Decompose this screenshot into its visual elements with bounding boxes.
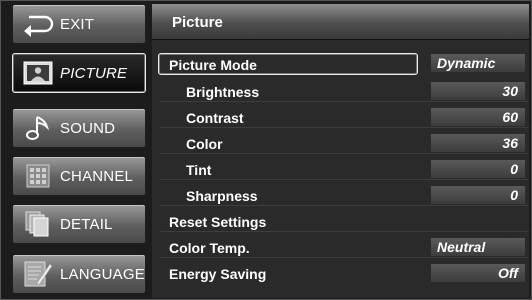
row-divider <box>160 153 529 154</box>
sidebar-item-channel[interactable]: CHANNEL <box>12 156 146 196</box>
setting-value-sharpness[interactable]: 0 <box>430 185 526 205</box>
setting-label: Sharpness <box>186 188 258 204</box>
row-divider <box>160 231 529 232</box>
menu-sidebar: EXIT PICTURE SOUND CHANNEL DETAIL LANGUA… <box>4 4 149 298</box>
setting-value-tint[interactable]: 0 <box>430 159 526 179</box>
sidebar-item-label: CHANNEL <box>60 167 134 185</box>
setting-label: Color Temp. <box>169 240 250 256</box>
setting-label: Brightness <box>186 84 260 100</box>
setting-label: Color <box>186 136 223 152</box>
music-note-icon <box>19 113 57 143</box>
sidebar-item-sound[interactable]: SOUND <box>12 108 146 148</box>
row-divider <box>160 127 529 128</box>
sidebar-item-label: PICTURE <box>60 64 128 82</box>
sidebar-item-language[interactable]: LANGUAGE <box>12 254 146 294</box>
channel-grid-icon <box>19 161 57 191</box>
setting-value-picture-mode[interactable]: Dynamic <box>430 53 526 73</box>
sidebar-item-picture[interactable]: PICTURE <box>12 53 146 93</box>
setting-row-tint[interactable]: Tint 0 <box>152 158 529 180</box>
row-divider <box>160 179 529 180</box>
setting-value-contrast[interactable]: 60 <box>430 107 526 127</box>
exit-return-arrow-icon <box>19 9 57 39</box>
sidebar-item-label: LANGUAGE <box>60 265 145 283</box>
picture-settings-panel: Picture Picture Mode Dynamic Brightness … <box>152 4 529 298</box>
stacked-pages-icon <box>19 209 57 239</box>
setting-row-energy-saving[interactable]: Energy Saving Off <box>152 262 529 284</box>
setting-row-sharpness[interactable]: Sharpness 0 <box>152 184 529 206</box>
setting-label: Contrast <box>186 110 244 126</box>
setting-label: Picture Mode <box>169 57 257 73</box>
setting-label[interactable]: Reset Settings <box>169 214 266 230</box>
row-divider <box>160 101 529 102</box>
row-divider <box>160 205 529 206</box>
setting-value-energy-saving[interactable]: Off <box>430 263 526 283</box>
setting-value-brightness[interactable]: 30 <box>430 81 526 101</box>
language-document-pen-icon <box>19 259 57 289</box>
sidebar-item-detail[interactable]: DETAIL <box>12 204 146 244</box>
setting-value-color-temp[interactable]: Neutral <box>430 237 526 257</box>
page-title: Picture <box>152 4 529 40</box>
sidebar-item-exit[interactable]: EXIT <box>12 4 146 44</box>
sidebar-item-label: EXIT <box>60 15 95 33</box>
sidebar-item-label: SOUND <box>60 119 116 137</box>
setting-row-color[interactable]: Color 36 <box>152 132 529 154</box>
setting-row-reset-settings[interactable]: Reset Settings <box>152 210 529 232</box>
setting-row-picture-mode[interactable]: Picture Mode Dynamic <box>152 53 529 75</box>
setting-row-contrast[interactable]: Contrast 60 <box>152 106 529 128</box>
tv-menu-screen: EXIT PICTURE SOUND CHANNEL DETAIL LANGUA… <box>0 0 532 300</box>
setting-label: Energy Saving <box>169 266 267 282</box>
setting-row-brightness[interactable]: Brightness 30 <box>152 80 529 102</box>
row-divider <box>160 257 529 258</box>
picture-frame-person-icon <box>19 58 57 88</box>
setting-value-color[interactable]: 36 <box>430 133 526 153</box>
sidebar-item-label: DETAIL <box>60 215 113 233</box>
setting-label: Tint <box>186 162 212 178</box>
setting-row-color-temp[interactable]: Color Temp. Neutral <box>152 236 529 258</box>
